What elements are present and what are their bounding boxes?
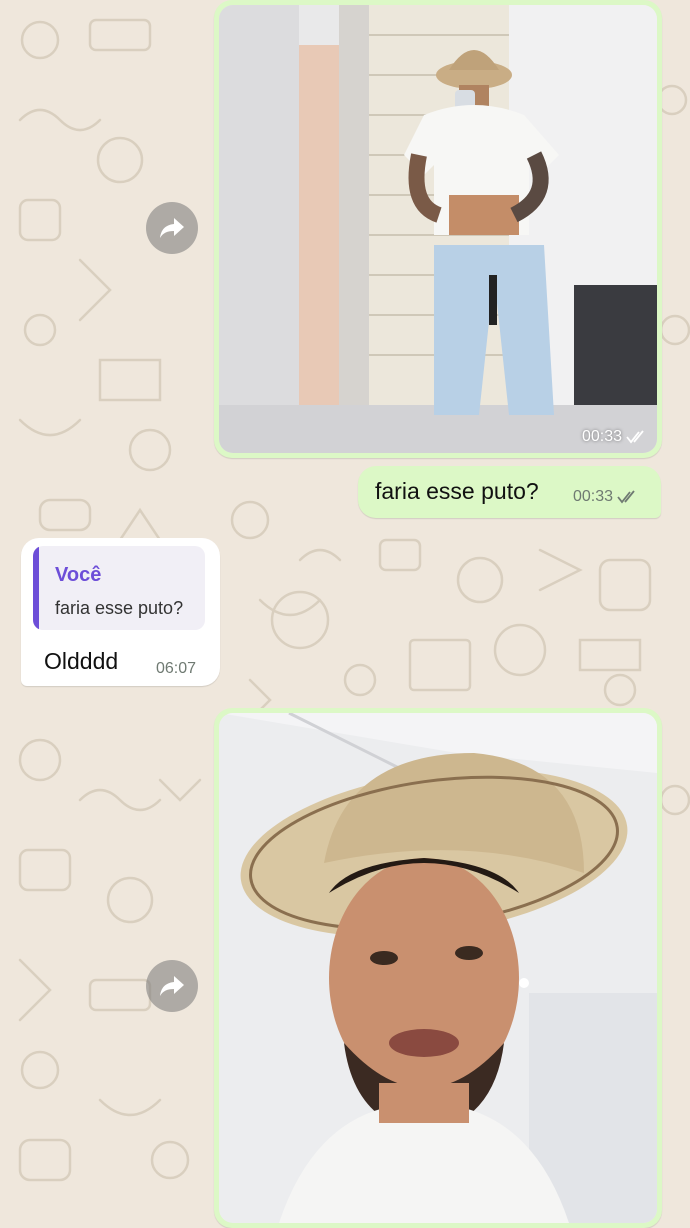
forward-button[interactable] — [146, 960, 198, 1012]
message-timestamp: 06:07 — [156, 660, 197, 677]
mirror-selfie-photo[interactable] — [219, 5, 657, 453]
incoming-reply-message[interactable]: Você faria esse puto? Oldddd 06:07 — [21, 538, 220, 686]
message-text: Oldddd — [44, 648, 119, 674]
quote-author: Você — [55, 564, 102, 586]
forward-arrow-icon — [160, 218, 184, 238]
quote-text: faria esse puto? — [55, 598, 184, 618]
outgoing-text-message[interactable]: faria esse puto? 00:33 — [358, 466, 661, 518]
outgoing-image-message[interactable] — [214, 708, 662, 1228]
forward-button[interactable] — [146, 202, 198, 254]
image-timestamp: 00:33 — [582, 428, 648, 446]
double-check-icon — [617, 490, 635, 504]
double-check-icon — [626, 430, 644, 444]
message-timestamp: 00:33 — [573, 488, 639, 506]
forward-arrow-icon — [160, 976, 184, 996]
quoted-message[interactable]: Você faria esse puto? — [33, 546, 205, 630]
message-text: faria esse puto? — [375, 478, 539, 504]
cowboy-hat-selfie-photo[interactable] — [219, 713, 657, 1223]
quote-accent-bar — [33, 546, 39, 630]
outgoing-image-message[interactable]: 00:33 — [214, 0, 662, 458]
